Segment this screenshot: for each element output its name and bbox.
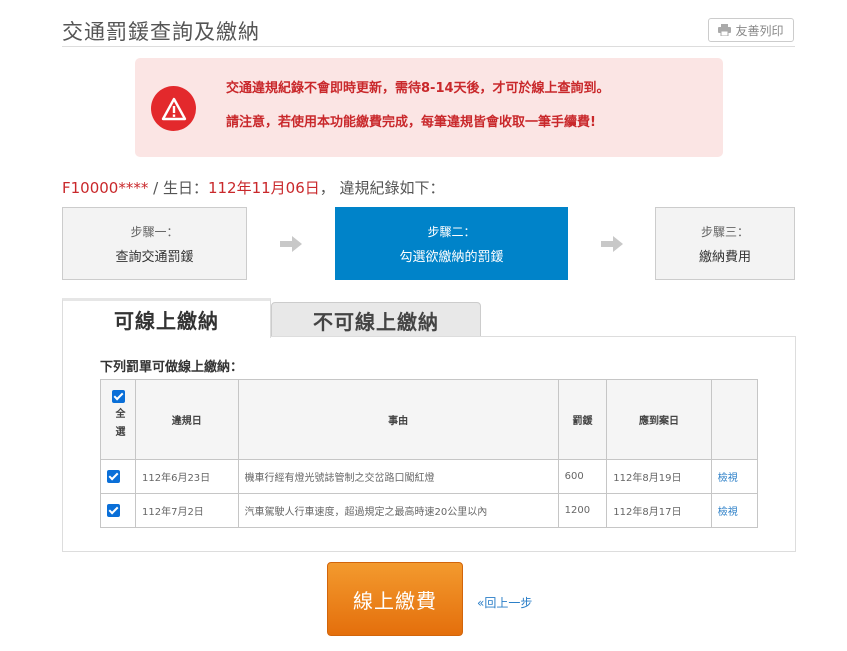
table-row: 112年7月2日 汽車駕駛人行車速度，超過規定之最高時速20公里以內 1200 … bbox=[100, 493, 759, 528]
online-pay-button[interactable]: 線上繳費 bbox=[327, 562, 463, 636]
print-button[interactable]: 友善列印 bbox=[708, 18, 794, 42]
print-label: 友善列印 bbox=[735, 23, 784, 38]
step-two: 步驟二： 勾選欲繳納的罰鍰 bbox=[335, 207, 568, 280]
step-three-title: 繳納費用 bbox=[698, 249, 751, 265]
column-header-action bbox=[710, 379, 759, 460]
table-heading: 下列罰單可做線上繳納： bbox=[100, 360, 244, 375]
step-two-label: 步驟二： bbox=[427, 224, 476, 239]
column-header-reason: 事由 bbox=[237, 379, 559, 460]
step-one-title: 查詢交通罰鍰 bbox=[115, 249, 194, 265]
step-one: 步驟一： 查詢交通罰鍰 bbox=[62, 207, 247, 280]
row-due-date: 112年8月17日 bbox=[606, 493, 712, 528]
step-three-label: 步驟三： bbox=[700, 224, 749, 239]
column-header-amount: 罰鍰 bbox=[557, 379, 608, 460]
alert-box: 交通違規紀錄不會即時更新，需待8-14天後，才可於線上查詢到。 請注意，若使用本… bbox=[135, 58, 723, 157]
page-title: 交通罰鍰查詢及繳納 bbox=[62, 20, 260, 44]
title-divider bbox=[62, 46, 795, 47]
step-two-title: 勾選欲繳納的罰鍰 bbox=[399, 249, 504, 265]
select-all-header: 全選 bbox=[100, 379, 136, 460]
view-link[interactable]: 檢視 bbox=[718, 507, 738, 518]
select-all-label: 全選 bbox=[113, 408, 124, 444]
row-checkbox-cell bbox=[100, 459, 136, 494]
back-link[interactable]: «回上一步 bbox=[477, 594, 532, 611]
row-action-cell: 檢視 bbox=[710, 459, 759, 494]
fines-table: 全選 違規日 事由 罰鍰 應到案日 112年6月23日 機車行經有燈光號誌管制之… bbox=[100, 379, 759, 528]
violation-summary: F10000**** / 生日：112年11月06日， 違規紀錄如下： bbox=[62, 177, 445, 198]
row-amount: 600 bbox=[557, 459, 608, 494]
fines-panel: 下列罰單可做線上繳納： 全選 違規日 事由 罰鍰 應到案日 112年6月23日 … bbox=[62, 336, 796, 552]
alert-message-update: 交通違規紀錄不會即時更新，需待8-14天後，才可於線上查詢到。 bbox=[226, 81, 610, 96]
step-one-label: 步驟一： bbox=[130, 224, 179, 239]
row-amount: 1200 bbox=[557, 493, 608, 528]
row-date: 112年7月2日 bbox=[135, 493, 239, 528]
birthday-label: / 生日： bbox=[148, 179, 208, 197]
printer-icon bbox=[718, 24, 732, 36]
select-all-checkbox[interactable] bbox=[111, 389, 125, 403]
warning-icon bbox=[151, 86, 196, 131]
step-three: 步驟三： 繳納費用 bbox=[655, 207, 795, 280]
tab-not-online-payable[interactable]: 不可線上繳納 bbox=[271, 302, 481, 338]
column-header-due-date: 應到案日 bbox=[606, 379, 712, 460]
row-date: 112年6月23日 bbox=[135, 459, 239, 494]
summary-suffix: ， 違規紀錄如下： bbox=[319, 179, 445, 197]
id-number: F10000**** bbox=[62, 179, 149, 197]
table-row: 112年6月23日 機車行經有燈光號誌管制之交岔路口闖紅燈 600 112年8月… bbox=[100, 459, 759, 494]
row-checkbox[interactable] bbox=[107, 470, 120, 483]
column-header-date: 違規日 bbox=[135, 379, 239, 460]
arrow-right-icon bbox=[280, 236, 302, 252]
row-action-cell: 檢視 bbox=[710, 493, 759, 528]
row-reason: 汽車駕駛人行車速度，超過規定之最高時速20公里以內 bbox=[237, 493, 559, 528]
row-checkbox[interactable] bbox=[107, 504, 120, 517]
tab-online-payable[interactable]: 可線上繳納 bbox=[62, 298, 271, 338]
row-due-date: 112年8月19日 bbox=[606, 459, 712, 494]
arrow-right-icon bbox=[601, 236, 623, 252]
alert-message-fee: 請注意，若使用本功能繳費完成，每筆違規皆會收取一筆手續費! bbox=[226, 115, 596, 130]
row-reason: 機車行經有燈光號誌管制之交岔路口闖紅燈 bbox=[237, 459, 559, 494]
row-checkbox-cell bbox=[100, 493, 136, 528]
birthday-value: 112年11月06日 bbox=[207, 179, 320, 197]
view-link[interactable]: 檢視 bbox=[718, 473, 738, 484]
